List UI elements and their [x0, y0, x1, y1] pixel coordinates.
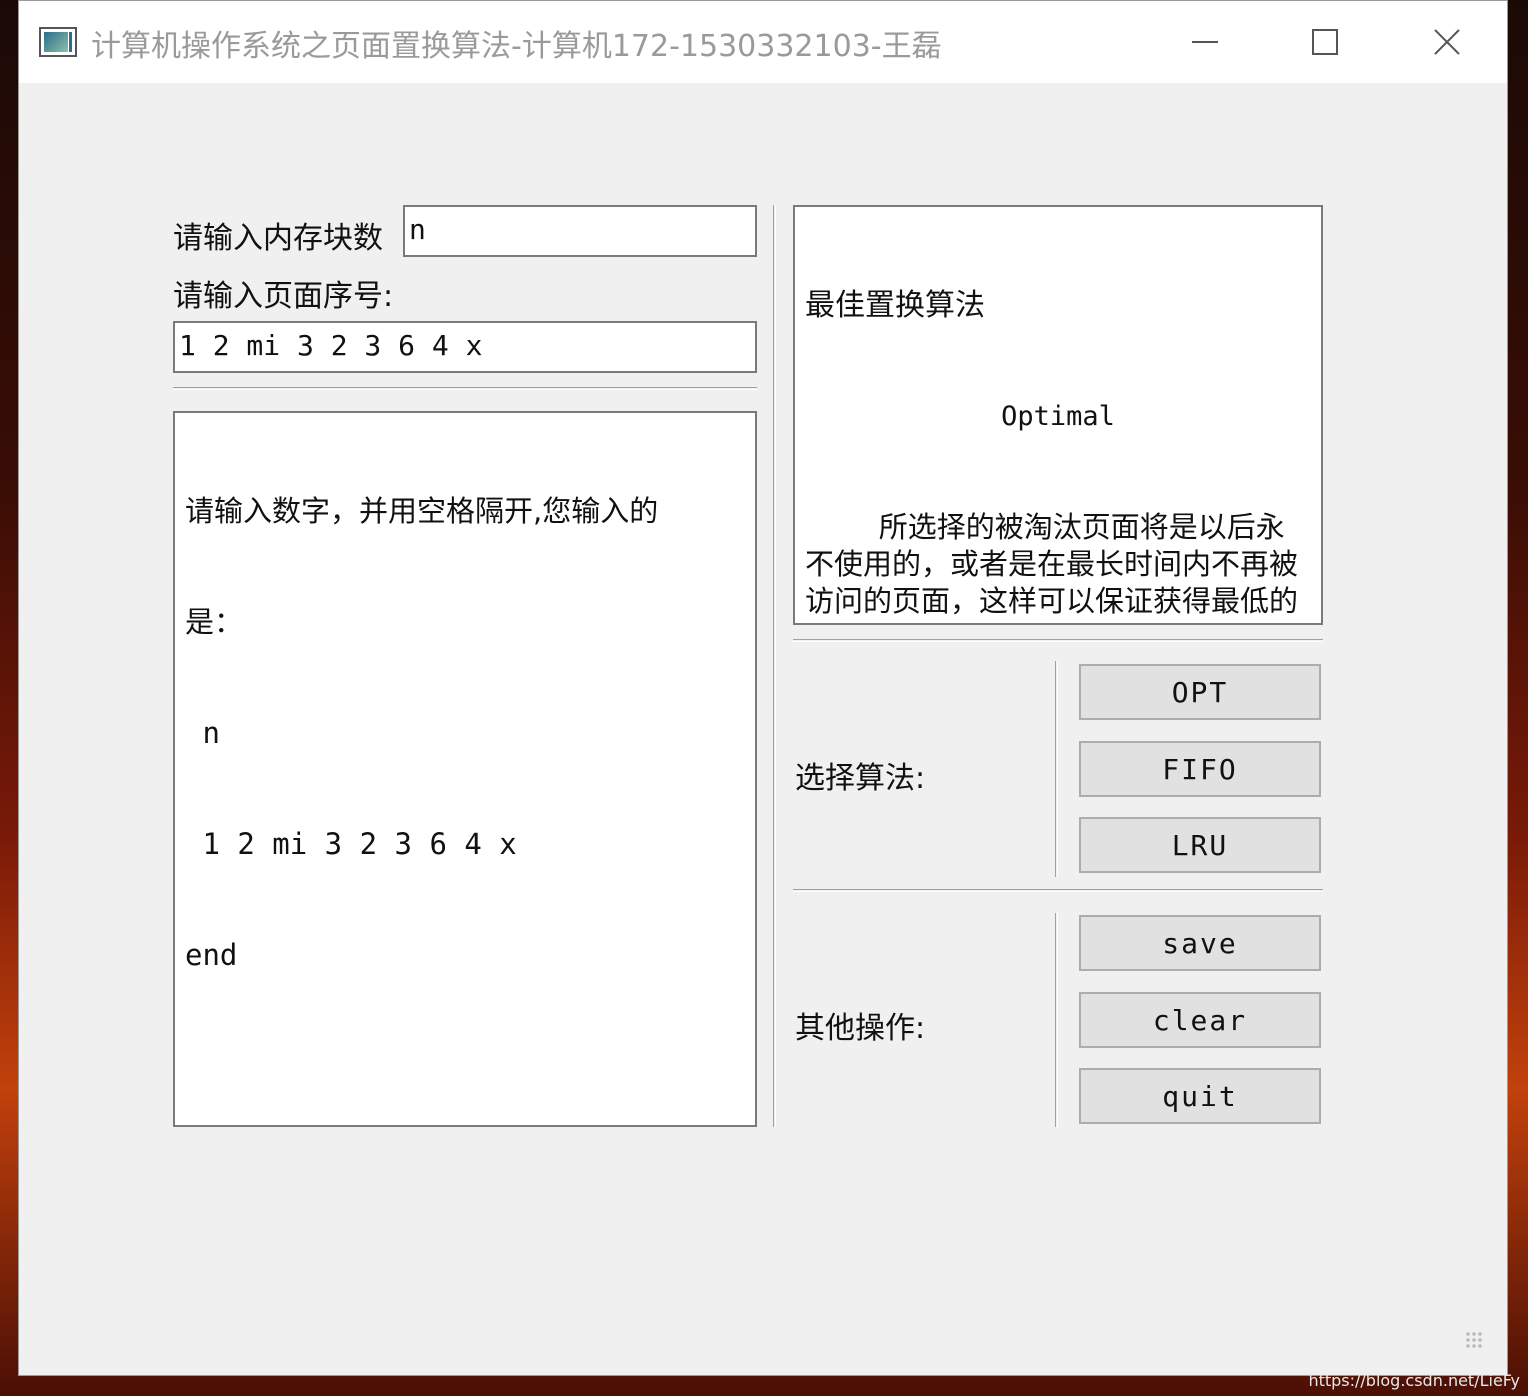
page-sequence-input[interactable]: 1 2 mi 3 2 3 6 4 x [173, 321, 757, 373]
minimize-icon [1192, 41, 1218, 43]
output-line: 是： [185, 605, 244, 639]
algorithm-label: 选择算法: [795, 761, 926, 796]
resize-grip-icon[interactable] [1465, 1331, 1483, 1349]
fifo-button[interactable]: FIFO [1079, 741, 1321, 797]
minimize-button[interactable] [1145, 1, 1265, 83]
center-divider [773, 205, 776, 1127]
clear-button[interactable]: clear [1079, 992, 1321, 1048]
right-divider-bottom [793, 889, 1323, 892]
description-body: 所选择的被淘汰页面将是以后永不使用的，或者是在最长时间内不再被访问的页面，这样可… [805, 510, 1299, 623]
algorithm-divider [1055, 661, 1058, 877]
lru-button[interactable]: LRU [1079, 817, 1321, 873]
output-line: n [185, 716, 220, 750]
page-sequence-label: 请输入页面序号: [173, 279, 394, 314]
output-line: 请输入数字，并用空格隔开,您输入的 [185, 494, 659, 528]
memory-blocks-label: 请输入内存块数 [173, 221, 383, 256]
save-button[interactable]: save [1079, 915, 1321, 971]
close-button[interactable] [1387, 1, 1507, 83]
memory-blocks-input[interactable]: n [403, 205, 757, 257]
algorithm-description[interactable]: 最佳置换算法 Optimal 所选择的被淘汰页面将是以后永不使用的，或者是在最长… [793, 205, 1323, 625]
output-textbox[interactable]: 请输入数字，并用空格隔开,您输入的 是： n 1 2 mi 3 2 3 6 4 … [173, 411, 757, 1127]
output-line: 1 2 mi 3 2 3 6 4 x [185, 827, 517, 861]
app-icon [39, 27, 77, 57]
quit-button[interactable]: quit [1079, 1068, 1321, 1124]
app-window: 计算机操作系统之页面置换算法-计算机172-1530332103-王磊 请输入内… [18, 0, 1508, 1376]
operations-label: 其他操作: [795, 1011, 926, 1046]
output-line: end [185, 938, 238, 972]
description-title: 最佳置换算法 [805, 288, 985, 323]
watermark: https://blog.csdn.net/LieFy [1308, 1371, 1520, 1390]
title-bar[interactable]: 计算机操作系统之页面置换算法-计算机172-1530332103-王磊 [19, 1, 1507, 83]
opt-button[interactable]: OPT [1079, 664, 1321, 720]
window-title: 计算机操作系统之页面置换算法-计算机172-1530332103-王磊 [91, 29, 942, 64]
close-icon [1433, 28, 1461, 56]
left-divider [173, 387, 757, 390]
right-divider-top [793, 639, 1323, 642]
operations-divider [1055, 913, 1058, 1127]
maximize-icon [1312, 29, 1338, 55]
maximize-button[interactable] [1265, 1, 1385, 83]
description-subtitle: Optimal [1001, 401, 1115, 432]
